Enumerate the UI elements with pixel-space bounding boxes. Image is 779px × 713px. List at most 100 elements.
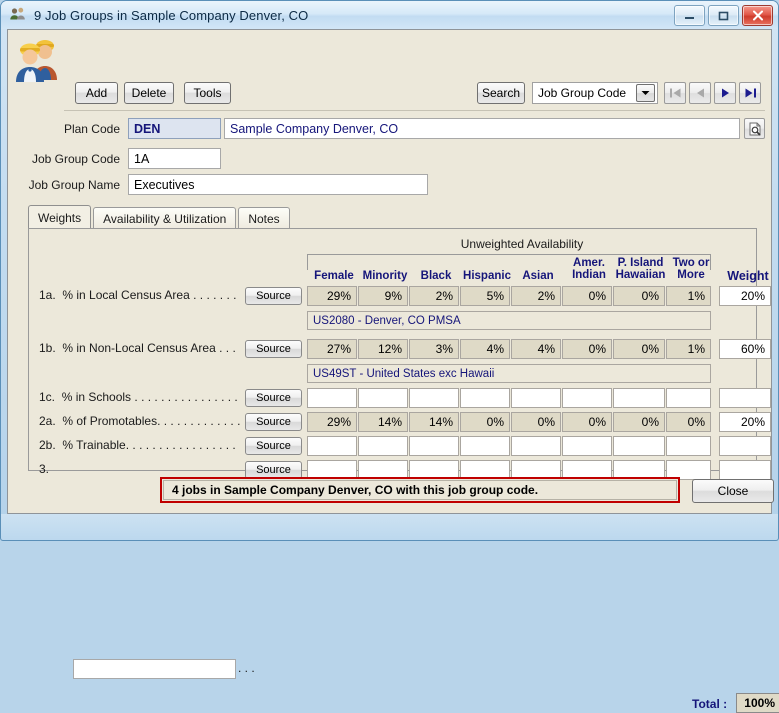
nav-first-button[interactable] <box>664 82 686 104</box>
row-1a-dots: . . . . . . . <box>193 288 237 302</box>
close-dialog-button[interactable]: Close <box>692 479 774 503</box>
cell-1b-minority[interactable]: 12% <box>358 339 408 359</box>
cell-1c-two-or-more[interactable] <box>666 388 711 408</box>
maximize-button[interactable] <box>708 5 739 26</box>
job-group-code-field[interactable]: 1A <box>128 148 221 169</box>
tab-availability-utilization[interactable]: Availability & Utilization <box>93 207 237 229</box>
document-search-icon[interactable] <box>744 118 765 139</box>
weights-tab-panel: Unweighted Availability Female Minority … <box>28 228 779 713</box>
minimize-button[interactable] <box>674 5 705 26</box>
close-button[interactable] <box>742 5 773 26</box>
chevron-down-icon[interactable] <box>636 84 655 102</box>
cell-2b-two-or-more[interactable] <box>666 436 711 456</box>
row-label-1a: 1a. % in Local Census Area . . . . . . . <box>39 288 236 302</box>
source-text-1a: US2080 - Denver, CO PMSA <box>307 311 711 330</box>
cell-1b-hispanic[interactable]: 4% <box>460 339 510 359</box>
cell-2a-female[interactable]: 29% <box>307 412 357 432</box>
source-button-2b[interactable]: Source <box>245 437 302 455</box>
cell-2a-two-or-more[interactable]: 0% <box>666 412 711 432</box>
title-bar[interactable]: 9 Job Groups in Sample Company Denver, C… <box>1 1 778 29</box>
people-group-icon <box>9 6 27 24</box>
cell-1c-weight[interactable] <box>719 388 771 408</box>
cell-1c-female[interactable] <box>307 388 357 408</box>
search-button[interactable]: Search <box>477 82 525 104</box>
row-2a-num: 2a. <box>39 414 56 428</box>
cell-2a-amer-indian[interactable]: 0% <box>562 412 612 432</box>
column-header-weight: Weight <box>727 269 769 283</box>
cell-1a-black[interactable]: 2% <box>409 286 459 306</box>
cell-2b-black[interactable] <box>409 436 459 456</box>
job-group-name-field[interactable]: Executives <box>128 174 428 195</box>
window-controls <box>674 5 773 26</box>
application-window: 9 Job Groups in Sample Company Denver, C… <box>0 0 779 713</box>
cell-2b-female[interactable] <box>307 436 357 456</box>
cell-2a-minority[interactable]: 14% <box>358 412 408 432</box>
cell-1a-minority[interactable]: 9% <box>358 286 408 306</box>
add-button[interactable]: Add <box>75 82 118 104</box>
cell-1b-weight[interactable]: 60% <box>719 339 771 359</box>
source-text-1b: US49ST - United States exc Hawaii <box>307 364 711 383</box>
row-1b-num: 1b. <box>39 341 56 355</box>
cell-1c-minority[interactable] <box>358 388 408 408</box>
cell-1b-amer-indian[interactable]: 0% <box>562 339 612 359</box>
column-header-amer-indian: Amer. Indian <box>565 257 613 281</box>
cell-2b-asian[interactable] <box>511 436 561 456</box>
source-button-1a[interactable]: Source <box>245 287 302 305</box>
column-header-minority: Minority <box>361 270 409 283</box>
row-2a-text: % of Promotables. <box>62 414 161 428</box>
two-workers-icon <box>12 32 64 84</box>
cell-1a-asian[interactable]: 2% <box>511 286 561 306</box>
cell-1b-two-or-more[interactable]: 1% <box>666 339 711 359</box>
search-field-dropdown[interactable]: Job Group Code <box>532 82 658 104</box>
cell-1a-amer-indian[interactable]: 0% <box>562 286 612 306</box>
cell-2a-weight[interactable]: 20% <box>719 412 771 432</box>
nav-last-button[interactable] <box>739 82 761 104</box>
cell-1b-black[interactable]: 3% <box>409 339 459 359</box>
cell-1c-pisland-hawaiian[interactable] <box>613 388 665 408</box>
cell-1b-asian[interactable]: 4% <box>511 339 561 359</box>
cell-2b-amer-indian[interactable] <box>562 436 612 456</box>
cell-1c-amer-indian[interactable] <box>562 388 612 408</box>
row-2b-num: 2b. <box>39 438 56 452</box>
cell-1a-weight[interactable]: 20% <box>719 286 771 306</box>
row-label-1b: 1b. % in Non-Local Census Area . . . <box>39 341 236 355</box>
cell-2b-weight[interactable] <box>719 436 771 456</box>
cell-2a-pisland-hawaiian[interactable]: 0% <box>613 412 665 432</box>
cell-1c-hispanic[interactable] <box>460 388 510 408</box>
delete-button[interactable]: Delete <box>124 82 174 104</box>
cell-2a-black[interactable]: 14% <box>409 412 459 432</box>
cell-2a-asian[interactable]: 0% <box>511 412 561 432</box>
source-button-2a[interactable]: Source <box>245 413 302 431</box>
nav-next-button[interactable] <box>714 82 736 104</box>
source-button-1c[interactable]: Source <box>245 389 302 407</box>
cell-1b-pisland-hawaiian[interactable]: 0% <box>613 339 665 359</box>
nav-prev-button[interactable] <box>689 82 711 104</box>
client-area: Add Delete Tools Search Job Group Code P… <box>7 29 779 713</box>
cell-1a-hispanic[interactable]: 5% <box>460 286 510 306</box>
cell-2b-hispanic[interactable] <box>460 436 510 456</box>
row-2b-dots: . . . . . . . . . . . . . . . . <box>132 438 236 452</box>
tab-notes[interactable]: Notes <box>238 207 290 229</box>
row-1a-num: 1a. <box>39 288 56 302</box>
col-twoormore-l1: Two or <box>672 257 710 269</box>
plan-name-field[interactable]: Sample Company Denver, CO <box>224 118 740 139</box>
tab-weights[interactable]: Weights <box>28 205 92 229</box>
tools-button[interactable]: Tools <box>184 82 231 104</box>
cell-1a-two-or-more[interactable]: 1% <box>666 286 711 306</box>
cell-1a-pisland-hawaiian[interactable]: 0% <box>613 286 665 306</box>
job-group-name-label: Job Group Name <box>28 178 120 192</box>
cell-1c-black[interactable] <box>409 388 459 408</box>
window-title: 9 Job Groups in Sample Company Denver, C… <box>34 7 309 23</box>
total-value: 100% <box>736 693 779 713</box>
cell-1c-asian[interactable] <box>511 388 561 408</box>
row-3-description-input[interactable] <box>73 659 236 679</box>
cell-1b-female[interactable]: 27% <box>307 339 357 359</box>
job-group-code-label: Job Group Code <box>31 152 120 166</box>
window-bottom-strip <box>1 514 778 540</box>
cell-2b-minority[interactable] <box>358 436 408 456</box>
cell-2b-pisland-hawaiian[interactable] <box>613 436 665 456</box>
plan-code-field[interactable]: DEN <box>128 118 221 139</box>
cell-2a-hispanic[interactable]: 0% <box>460 412 510 432</box>
source-button-1b[interactable]: Source <box>245 340 302 358</box>
cell-1a-female[interactable]: 29% <box>307 286 357 306</box>
